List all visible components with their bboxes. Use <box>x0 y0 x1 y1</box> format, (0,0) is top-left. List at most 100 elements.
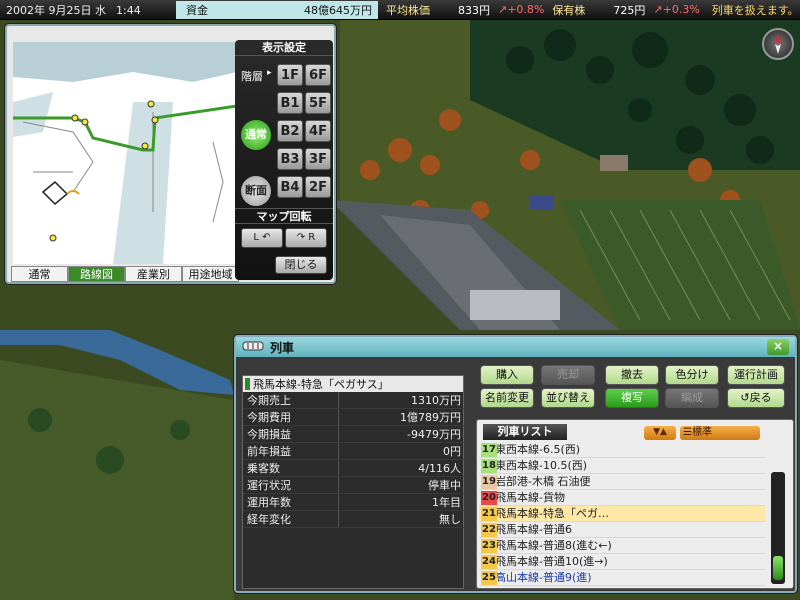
train-stats-table: 今期売上 1310万円 今期費用 1億789万円 今期損益 -9479万円 前年損益 0… <box>243 392 465 528</box>
train-id-badge: 20 <box>481 491 497 505</box>
train-list-item[interactable]: 20 飛馬本線-貨物 <box>479 490 765 506</box>
train-color-marker <box>245 378 250 390</box>
holdings-label: 保有株 <box>552 3 586 17</box>
train-list-item[interactable]: 23 飛馬本線-普通8(進む←) <box>479 538 765 554</box>
train-info-panel: 飛馬本線-特急「ペガサス」 今期売上 1310万円 今期費用 1億789万円 今期損… <box>242 375 465 589</box>
floor-4f-button[interactable]: 4F <box>305 120 331 142</box>
train-icon <box>242 340 264 355</box>
train-window-close-button[interactable]: × <box>767 339 789 355</box>
rotate-right-icon: ↷ <box>296 232 309 243</box>
back-button[interactable]: ↺戻る <box>727 388 785 408</box>
train-window-title: 列車 <box>270 340 295 355</box>
color-button[interactable]: 色分け <box>665 365 719 385</box>
train-list-item[interactable]: 19 岩部港-木橋 石油便 <box>479 474 765 490</box>
selected-train-name-text: 飛馬本線-特急「ペガサス」 <box>253 378 389 391</box>
train-list-panel: 列車リスト ▼▲ ☰標準 17 東西本線-6.5(西) 18 東西本線-10.5(西)… <box>476 419 794 589</box>
floor-b2-button[interactable]: B2 <box>277 120 303 142</box>
floor-b4-button[interactable]: B4 <box>277 176 303 198</box>
floor-b3-button[interactable]: B3 <box>277 148 303 170</box>
rotate-right-label: R <box>308 232 316 243</box>
tab-industry[interactable]: 産業別 <box>125 266 182 282</box>
stat-value: 1億789万円 <box>338 408 465 426</box>
rename-button[interactable]: 名前変更 <box>480 388 534 408</box>
train-list-scrollbar[interactable] <box>771 472 785 584</box>
mode-section-button[interactable]: 断面 <box>241 176 271 206</box>
tab-zoning[interactable]: 用途地域 <box>182 266 239 282</box>
floor-5f-button[interactable]: 5F <box>305 92 331 114</box>
train-id-badge: 24 <box>481 555 497 569</box>
stat-label: 前年損益 <box>243 442 339 460</box>
stat-value: 1年目 <box>338 493 465 511</box>
scrollbar-thumb[interactable] <box>773 556 783 580</box>
compass-icon[interactable] <box>762 28 794 60</box>
stock-avg-value: 833円 <box>458 3 490 17</box>
stat-label: 今期売上 <box>243 392 339 409</box>
train-list-item[interactable]: 21 飛馬本線-特急「ペガ… <box>479 506 765 522</box>
train-list-item[interactable]: 22 飛馬本線-普通6 <box>479 522 765 538</box>
schedule-button[interactable]: 運行計画 <box>727 365 785 385</box>
stat-label: 経年変化 <box>243 510 339 528</box>
date-time: 2002年 9月25日 水 1:44 <box>0 2 176 18</box>
tab-route-map[interactable]: 路線図 <box>68 266 125 282</box>
sort-button[interactable]: 並び替え <box>541 388 595 408</box>
list-icon: ☰ <box>683 427 692 438</box>
back-label: 戻る <box>749 391 772 404</box>
up-arrow-icon: ↗ <box>653 3 663 16</box>
map-mode-tabs: 通常 路線図 産業別 用途地域 <box>11 266 239 282</box>
train-window-titlebar[interactable]: 列車 × <box>236 337 795 357</box>
rotate-left-button[interactable]: L ↶ <box>241 228 283 248</box>
back-icon: ↺ <box>740 391 750 404</box>
train-id-badge: 22 <box>481 523 497 537</box>
route-map-canvas <box>13 42 238 264</box>
train-id-badge: 21 <box>481 507 497 521</box>
rotate-right-button[interactable]: ↷ R <box>285 228 327 248</box>
stat-row: 今期売上 1310万円 <box>243 392 465 409</box>
buy-button[interactable]: 購入 <box>480 365 534 385</box>
stat-value: 4/116人 <box>338 459 465 477</box>
stock-average: 平均株価 833円 ↗+0.8% <box>378 2 544 18</box>
stock-avg-change: ↗+0.8% <box>498 3 544 16</box>
minimap-close-button[interactable]: 閉じる <box>275 256 327 274</box>
train-list-name: 飛馬本線-特急「ペガ… <box>495 507 609 520</box>
floor-1f-button[interactable]: 1F <box>277 64 303 86</box>
mode-normal-button[interactable]: 通常 <box>241 120 271 150</box>
floor-b1-button[interactable]: B1 <box>277 92 303 114</box>
map-rotate-title: マップ回転 <box>235 208 333 224</box>
news-ticker: 列車を扱えます。 <box>711 3 799 17</box>
train-list-name: 東西本線-6.5(西) <box>495 443 581 456</box>
floor-6f-button[interactable]: 6F <box>305 64 331 86</box>
rotate-left-icon: ↶ <box>259 232 271 243</box>
train-id-badge: 17 <box>481 443 497 457</box>
compass-needle <box>775 34 781 54</box>
train-list-name: 高山本線-普通9(進) <box>495 571 592 584</box>
train-list-item[interactable]: 18 東西本線-10.5(西) <box>479 458 765 474</box>
minimap-window: 通常 路線図 産業別 用途地域 表示設定 階層 ▸ 通常 断面 1F B1 B2… <box>5 24 336 284</box>
sort-mode-dropdown[interactable]: ☰標準 <box>680 426 760 440</box>
floor-3f-button[interactable]: 3F <box>305 148 331 170</box>
tab-normal[interactable]: 通常 <box>11 266 68 282</box>
stat-label: 運用年数 <box>243 493 339 511</box>
remove-button[interactable]: 撤去 <box>605 365 659 385</box>
train-list-item[interactable]: 24 飛馬本線-普通10(進→) <box>479 554 765 570</box>
route-map[interactable] <box>13 42 238 288</box>
sell-button[interactable]: 売却 <box>541 365 595 385</box>
stat-label: 乗客数 <box>243 459 339 477</box>
train-list-item[interactable]: 17 東西本線-6.5(西) <box>479 442 765 458</box>
stock-avg-label: 平均株価 <box>386 3 430 17</box>
up-arrow-icon: ↗ <box>498 3 508 16</box>
formation-button[interactable]: 編成 <box>665 388 719 408</box>
stat-label: 今期損益 <box>243 425 339 443</box>
sort-order-toggle[interactable]: ▼▲ <box>644 426 676 440</box>
floor-label: 階層 <box>241 70 263 83</box>
sort-mode-value: 標準 <box>691 427 712 438</box>
copy-button[interactable]: 複写 <box>605 388 659 408</box>
stat-row: 今期費用 1億789万円 <box>243 408 465 426</box>
stat-row: 経年変化 無し <box>243 510 465 528</box>
stat-value: -9479万円 <box>338 425 465 443</box>
train-list-name: 飛馬本線-普通10(進→) <box>495 555 608 568</box>
stat-label: 運行状況 <box>243 476 339 494</box>
holdings-change: ↗+0.3% <box>653 3 699 16</box>
floor-2f-button[interactable]: 2F <box>305 176 331 198</box>
holdings-change-value: +0.3% <box>662 3 700 16</box>
train-list-item[interactable]: 25 高山本線-普通9(進) <box>479 570 765 586</box>
